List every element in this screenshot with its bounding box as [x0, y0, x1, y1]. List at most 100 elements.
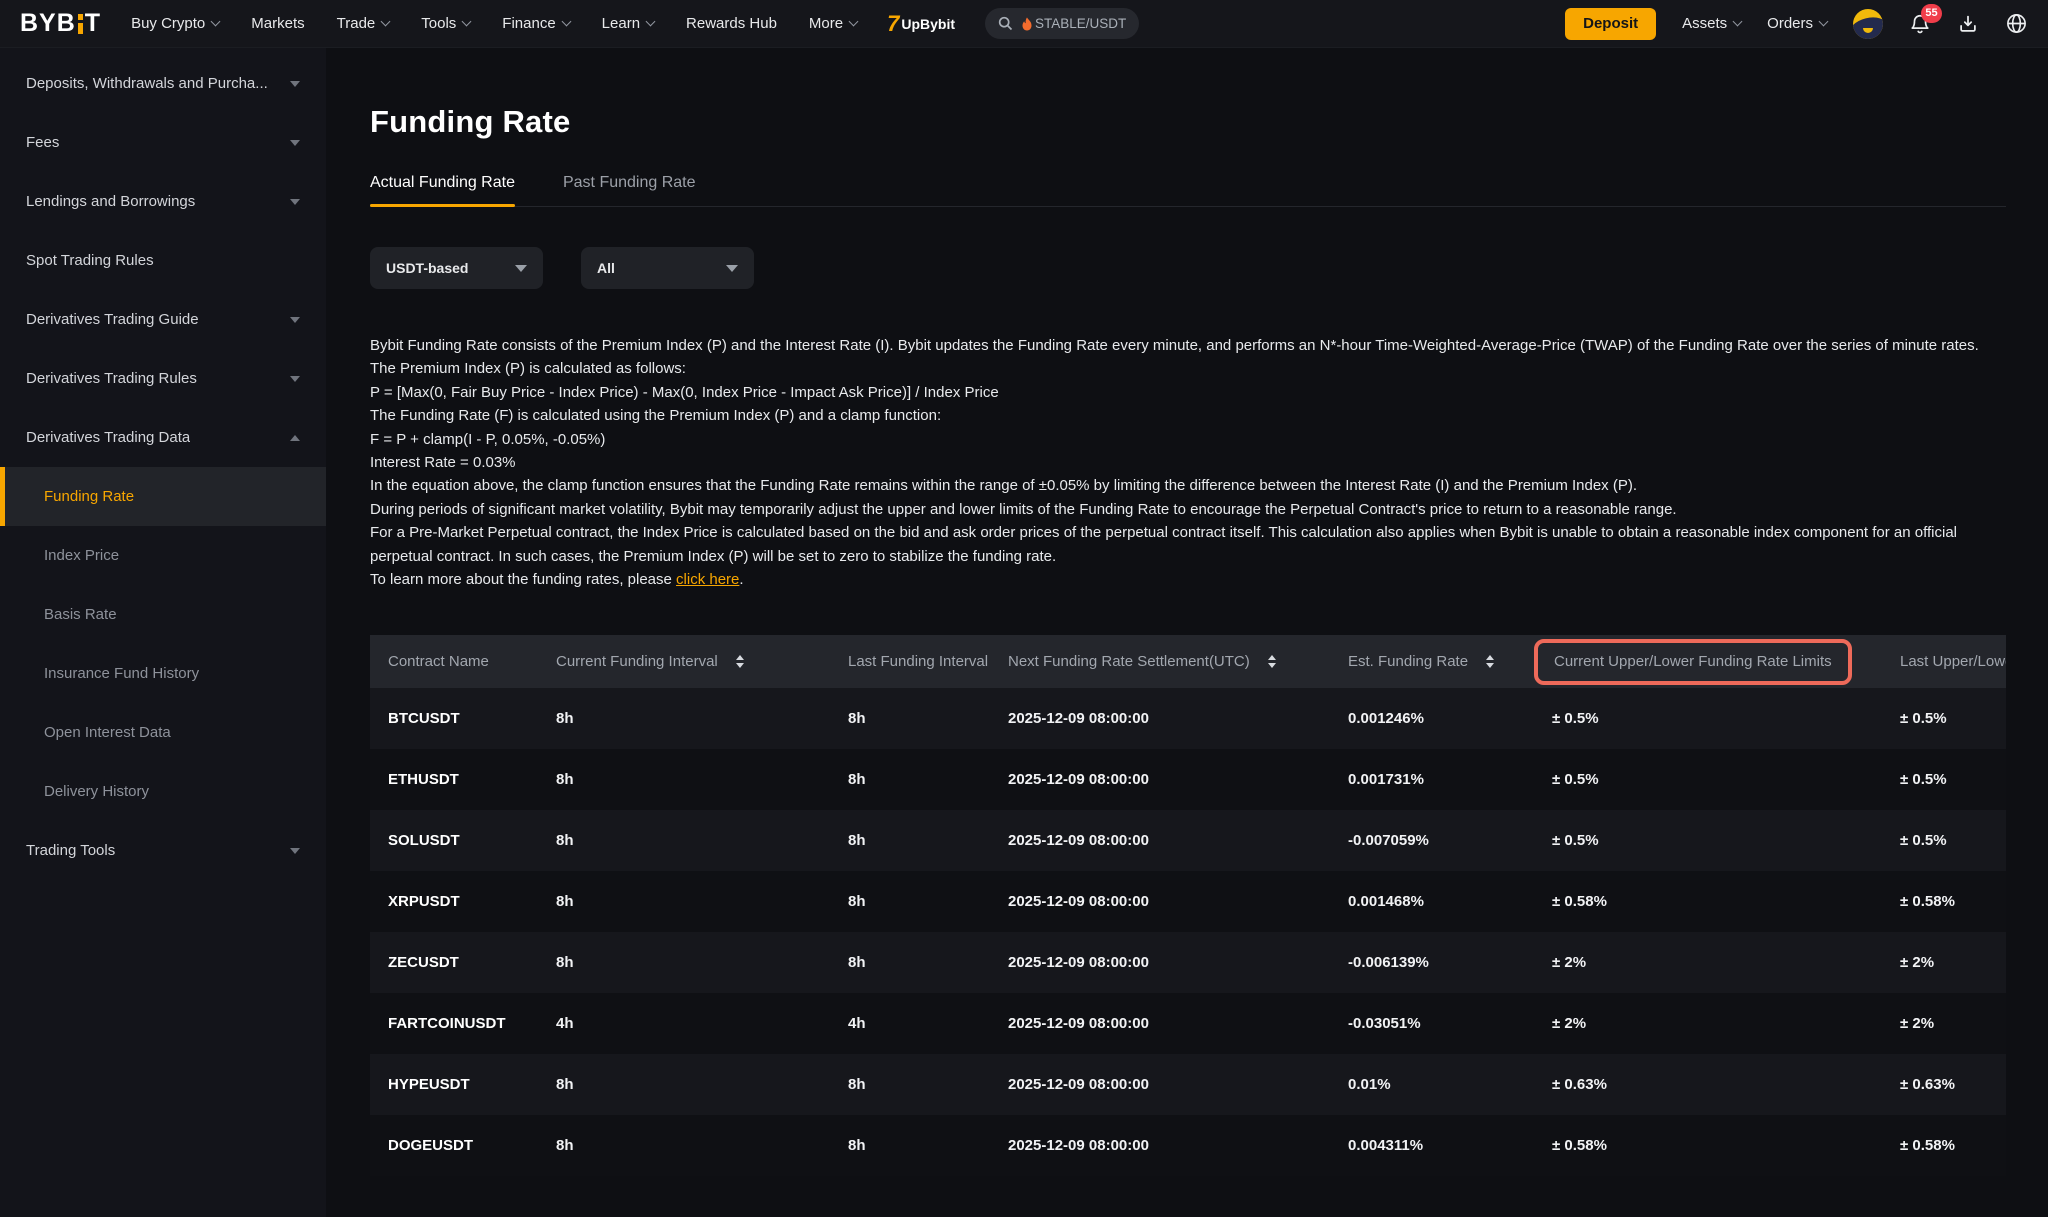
cell-current-funding-interval: 8h — [540, 1115, 832, 1176]
sidebar-item-label: Derivatives Trading Rules — [26, 370, 197, 387]
nav-item-label: Buy Crypto — [131, 15, 205, 32]
col-current-upper-lower-limits: Current Upper/Lower Funding Rate Limits — [1520, 635, 1870, 688]
deposit-button[interactable]: Deposit — [1565, 8, 1656, 40]
sidebar-item-lendings-and-borrowings[interactable]: Lendings and Borrowings — [0, 172, 326, 231]
cell-est-funding-rate: 0.001468% — [1332, 871, 1520, 932]
table-body: BTCUSDT8h8h2025-12-09 08:00:000.001246%±… — [370, 688, 2006, 1176]
margin-type-select[interactable]: USDT-based — [370, 247, 543, 289]
sidebar-item-label: Deposits, Withdrawals and Purcha... — [26, 75, 268, 92]
sidebar-item-derivatives-trading-rules[interactable]: Derivatives Trading Rules — [0, 349, 326, 408]
sidebar-subitem-index-price[interactable]: Index Price — [0, 526, 326, 585]
cell-next-funding-rate-settlement: 2025-12-09 08:00:00 — [992, 932, 1332, 993]
col-last-funding-interval: Last Funding Interval — [832, 635, 992, 688]
sort-icon[interactable] — [736, 655, 744, 668]
notification-badge: 55 — [1921, 4, 1942, 23]
description-line: The Funding Rate (F) is calculated using… — [370, 404, 2006, 427]
cell-current-funding-interval: 8h — [540, 1054, 832, 1115]
column-label: Last Upper/Lower Funding Rate Limits — [1900, 653, 2006, 670]
footer-prefix: To learn more about the funding rates, p… — [370, 571, 676, 588]
sidebar-subitem-label: Delivery History — [44, 783, 149, 800]
sidebar-subitem-open-interest-data[interactable]: Open Interest Data — [0, 703, 326, 762]
nav-menu: Buy Crypto Markets Trade Tools Finance Learn R… — [131, 15, 857, 32]
logo-text-pre: BYB — [20, 9, 76, 38]
cell-contract-name: ZECUSDT — [370, 932, 540, 993]
table-row: BTCUSDT8h8h2025-12-09 08:00:000.001246%±… — [370, 688, 2006, 749]
upbybit-seven-icon: 7 — [887, 13, 899, 35]
sidebar-subitem-label: Funding Rate — [44, 488, 134, 505]
bybit-logo[interactable]: BYBT — [20, 9, 101, 38]
nav-item-finance[interactable]: Finance — [502, 15, 569, 32]
nav-item-label: Rewards Hub — [686, 15, 777, 32]
cell-est-funding-rate: -0.007059% — [1332, 810, 1520, 871]
sidebar-item-fees[interactable]: Fees — [0, 113, 326, 172]
table-header-row: Contract NameCurrent Funding IntervalLas… — [370, 635, 2006, 688]
main-content: Funding Rate Actual Funding Rate Past Fu… — [326, 48, 2048, 1217]
cell-contract-name: ETHUSDT — [370, 749, 540, 810]
sidebar-item-label: Lendings and Borrowings — [26, 193, 195, 210]
column-label: Last Funding Interval — [848, 653, 988, 670]
download-app-button[interactable] — [1957, 13, 1979, 35]
sidebar-item-label: Derivatives Trading Data — [26, 429, 190, 446]
nav-item-rewards-hub[interactable]: Rewards Hub — [686, 15, 777, 32]
col-next-funding-rate-settlement[interactable]: Next Funding Rate Settlement(UTC) — [992, 635, 1332, 688]
sidebar-subitem-delivery-history[interactable]: Delivery History — [0, 762, 326, 821]
table-row: XRPUSDT8h8h2025-12-09 08:00:000.001468%±… — [370, 871, 2006, 932]
cell-last-upper-lower-limits: ± 2% — [1870, 993, 2006, 1054]
margin-type-value: USDT-based — [386, 260, 468, 276]
chevron-up-icon — [290, 435, 300, 441]
sidebar-item-derivatives-trading-guide[interactable]: Derivatives Trading Guide — [0, 290, 326, 349]
nav-item-markets[interactable]: Markets — [251, 15, 304, 32]
column-label: Next Funding Rate Settlement(UTC) — [1008, 653, 1250, 670]
chevron-down-icon — [290, 317, 300, 323]
avatar-visor — [1853, 13, 1883, 38]
cell-next-funding-rate-settlement: 2025-12-09 08:00:00 — [992, 993, 1332, 1054]
chevron-down-icon — [726, 265, 738, 272]
table-row: ETHUSDT8h8h2025-12-09 08:00:000.001731%±… — [370, 749, 2006, 810]
sidebar-item-trading-tools[interactable]: Trading Tools — [0, 821, 326, 880]
sidebar-item-label: Trading Tools — [26, 842, 115, 859]
col-current-funding-interval[interactable]: Current Funding Interval — [540, 635, 832, 688]
cell-est-funding-rate: 0.001731% — [1332, 749, 1520, 810]
nav-item-learn[interactable]: Learn — [602, 15, 654, 32]
cell-next-funding-rate-settlement: 2025-12-09 08:00:00 — [992, 810, 1332, 871]
click-here-link[interactable]: click here — [676, 571, 739, 588]
notifications-button[interactable]: 55 — [1909, 13, 1931, 35]
tab-actual-funding-rate[interactable]: Actual Funding Rate — [370, 174, 515, 206]
search-input[interactable]: STABLE/USDT — [985, 8, 1139, 39]
cell-est-funding-rate: -0.006139% — [1332, 932, 1520, 993]
nav-item-assets[interactable]: Assets — [1682, 15, 1741, 32]
sort-icon[interactable] — [1268, 655, 1276, 668]
nav-item-buy-crypto[interactable]: Buy Crypto — [131, 15, 219, 32]
cell-contract-name: BTCUSDT — [370, 688, 540, 749]
cell-last-upper-lower-limits: ± 2% — [1870, 932, 2006, 993]
contract-filter-select[interactable]: All — [581, 247, 754, 289]
nav-item-trade[interactable]: Trade — [337, 15, 390, 32]
cell-last-funding-interval: 8h — [832, 932, 992, 993]
cell-last-upper-lower-limits: ± 0.5% — [1870, 688, 2006, 749]
sidebar-subitem-funding-rate[interactable]: Funding Rate — [0, 467, 326, 526]
sidebar-item-spot-trading-rules[interactable]: Spot Trading Rules — [0, 231, 326, 290]
filters: USDT-based All — [370, 247, 2006, 289]
avatar[interactable] — [1853, 9, 1883, 39]
sidebar-subitem-basis-rate[interactable]: Basis Rate — [0, 585, 326, 644]
sort-icon[interactable] — [1486, 655, 1494, 668]
top-navbar: BYBT Buy Crypto Markets Trade Tools Finance L… — [0, 0, 2048, 48]
sidebar-subitem-insurance-fund-history[interactable]: Insurance Fund History — [0, 644, 326, 703]
contract-filter-value: All — [597, 260, 615, 276]
cell-next-funding-rate-settlement: 2025-12-09 08:00:00 — [992, 749, 1332, 810]
cell-current-upper-lower-limits: ± 0.5% — [1520, 810, 1870, 871]
sidebar-item-deposits-withdrawals-and-purcha[interactable]: Deposits, Withdrawals and Purcha... — [0, 54, 326, 113]
nav-item-orders[interactable]: Orders — [1767, 15, 1827, 32]
nav-item-upbybit[interactable]: 7 UpBybit — [887, 13, 955, 35]
chevron-down-icon — [849, 17, 859, 27]
language-button[interactable] — [2005, 12, 2028, 35]
tabs: Actual Funding Rate Past Funding Rate — [370, 174, 2006, 207]
nav-item-tools[interactable]: Tools — [421, 15, 470, 32]
cell-current-funding-interval: 8h — [540, 810, 832, 871]
nav-item-label: Markets — [251, 15, 304, 32]
sidebar-item-derivatives-trading-data[interactable]: Derivatives Trading Data — [0, 408, 326, 467]
col-est-funding-rate[interactable]: Est. Funding Rate — [1332, 635, 1520, 688]
tab-past-funding-rate[interactable]: Past Funding Rate — [563, 174, 696, 206]
nav-item-more[interactable]: More — [809, 15, 857, 32]
description-line: The Premium Index (P) is calculated as f… — [370, 357, 2006, 380]
